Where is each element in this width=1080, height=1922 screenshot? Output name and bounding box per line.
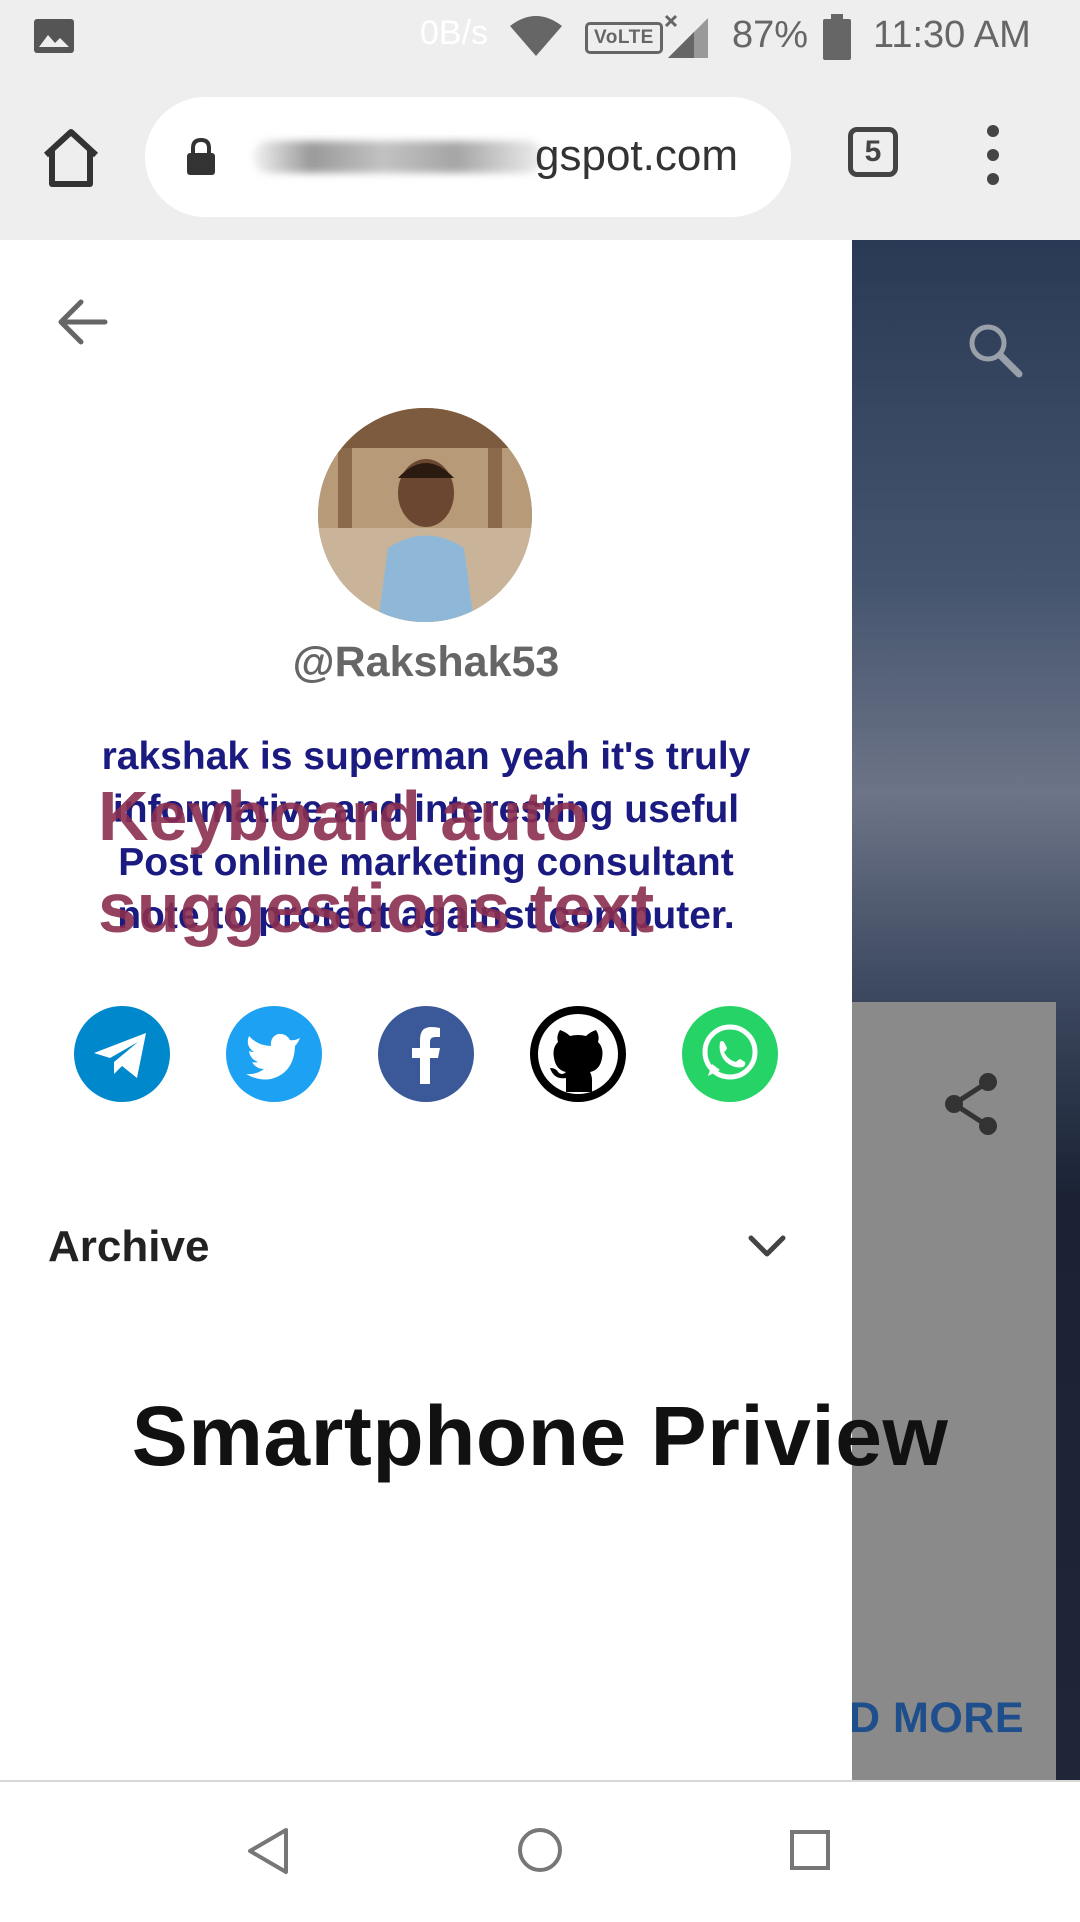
share-icon[interactable]	[942, 1072, 1002, 1136]
blurred-url-prefix	[253, 141, 543, 173]
telegram-icon[interactable]	[74, 1006, 170, 1102]
nav-recents-icon[interactable]	[788, 1828, 832, 1872]
read-more-link[interactable]: D MORE	[849, 1694, 1024, 1743]
lock-icon	[187, 137, 215, 175]
network-speed: 0B/s	[420, 14, 489, 52]
avatar	[318, 408, 532, 622]
status-bar: 0B/s VoLTE 87% 11:30 AM	[0, 0, 1080, 75]
archive-heading[interactable]: Archive	[48, 1222, 209, 1272]
system-nav-bar	[0, 1780, 1080, 1922]
facebook-icon[interactable]	[378, 1006, 474, 1102]
wifi-icon	[510, 16, 562, 56]
search-icon[interactable]	[965, 320, 1023, 378]
home-icon[interactable]	[40, 127, 102, 189]
battery-percent: 87%	[732, 14, 809, 56]
address-bar[interactable]: gspot.com	[145, 97, 791, 217]
github-icon[interactable]	[530, 1006, 626, 1102]
avatar-photo	[318, 408, 532, 622]
bio-line: informative and interesting useful	[112, 788, 740, 831]
chevron-down-icon[interactable]	[745, 1230, 789, 1260]
clock: 11:30 AM	[873, 14, 1031, 56]
browser-toolbar: gspot.com 5	[0, 75, 1080, 241]
profile-drawer: @Rakshak53 rakshak is superman yeah it's…	[0, 240, 852, 1780]
battery-icon	[823, 14, 851, 60]
social-links	[74, 1006, 784, 1102]
bio-text: rakshak is superman yeah it's truly info…	[70, 730, 782, 942]
back-arrow-icon[interactable]	[55, 294, 111, 350]
tabs-icon[interactable]: 5	[848, 127, 898, 177]
bio-line: note to protect against computer.	[117, 894, 735, 937]
background-page: D MORE	[849, 240, 1080, 1780]
nav-back-icon[interactable]	[246, 1826, 290, 1876]
twitter-icon[interactable]	[226, 1006, 322, 1102]
volte-badge: VoLTE	[585, 22, 663, 54]
gallery-icon	[34, 19, 74, 53]
username: @Rakshak53	[292, 638, 560, 686]
signal-icon	[664, 14, 708, 58]
url-text: gspot.com	[535, 131, 738, 180]
nav-home-icon[interactable]	[516, 1826, 564, 1874]
bio-line: Post online marketing consultant	[118, 841, 734, 884]
whatsapp-icon[interactable]	[682, 1006, 778, 1102]
overlay-caption: Smartphone Priview	[131, 1389, 949, 1483]
bio-line: rakshak is superman yeah it's truly	[101, 735, 751, 778]
more-vert-icon[interactable]	[985, 125, 1001, 185]
